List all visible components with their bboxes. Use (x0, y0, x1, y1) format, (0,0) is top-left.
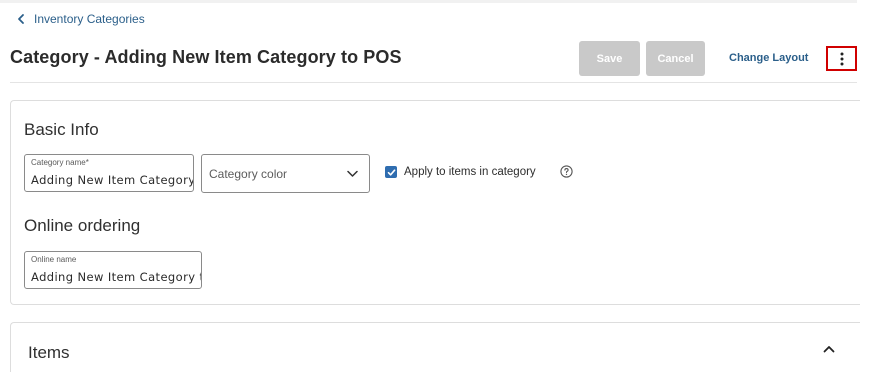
change-layout-link[interactable]: Change Layout (729, 52, 808, 64)
checkmark-icon (387, 168, 395, 176)
more-vertical-icon (840, 52, 843, 65)
apply-to-items-option[interactable]: Apply to items in category (385, 166, 536, 178)
category-name-value[interactable]: Adding New Item Category (31, 173, 193, 187)
question-circle-icon[interactable] (560, 165, 573, 178)
category-color-placeholder: Category color (209, 167, 288, 181)
basic-info-heading: Basic Info (24, 120, 99, 139)
online-name-value[interactable]: Adding New Item Category to (31, 270, 201, 284)
category-name-label: Category name* (31, 158, 89, 167)
breadcrumb[interactable]: Inventory Categories (15, 12, 145, 26)
cancel-button[interactable]: Cancel (646, 41, 705, 76)
chevron-down-icon (347, 170, 358, 177)
chevron-left-icon (18, 14, 24, 24)
right-edge (857, 0, 888, 372)
online-name-label: Online name (31, 255, 77, 264)
basic-info-card: Basic Info Category name* Adding New Ite… (10, 100, 860, 305)
online-ordering-heading: Online ordering (24, 216, 141, 235)
category-color-select[interactable]: Category color (201, 154, 370, 193)
chevron-up-icon[interactable] (823, 345, 835, 353)
online-name-field[interactable]: Online name Adding New Item Category to (24, 251, 202, 289)
header-divider (10, 82, 857, 83)
page-title: Category - Adding New Item Category to P… (10, 47, 402, 67)
top-rule (0, 0, 857, 3)
save-button[interactable]: Save (579, 41, 640, 76)
items-card: Items (10, 322, 860, 372)
items-heading: Items (28, 343, 70, 362)
more-options-button[interactable] (826, 46, 857, 71)
apply-to-items-checkbox[interactable] (385, 166, 397, 178)
breadcrumb-label[interactable]: Inventory Categories (34, 12, 145, 26)
category-name-field[interactable]: Category name* Adding New Item Category (24, 154, 194, 192)
apply-to-items-label: Apply to items in category (404, 166, 536, 178)
